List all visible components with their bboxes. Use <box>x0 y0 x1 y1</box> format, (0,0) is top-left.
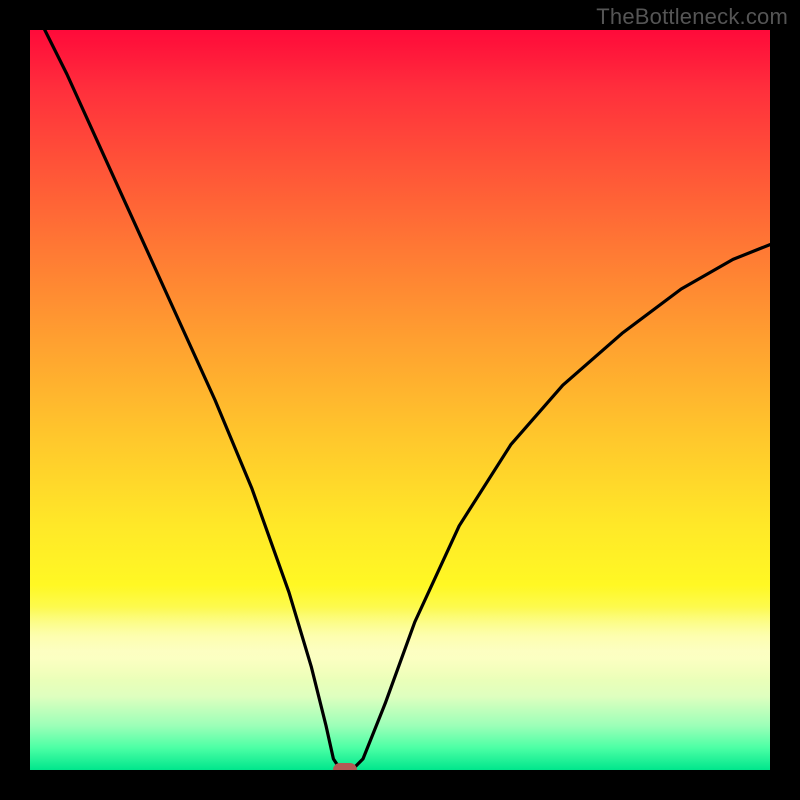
attribution-label: TheBottleneck.com <box>596 4 788 30</box>
chart-minimum-marker <box>333 763 357 770</box>
chart-plot-area <box>30 30 770 770</box>
chart-background-gradient <box>30 30 770 770</box>
